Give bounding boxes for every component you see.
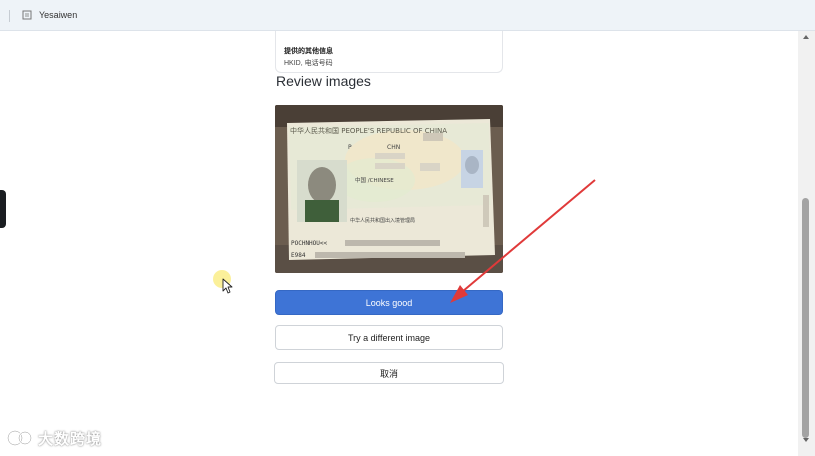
titlebar-divider [9, 10, 10, 22]
window-title: Yesaiwen [39, 10, 78, 20]
scroll-down-icon[interactable] [803, 438, 809, 442]
passport-header-text: 中华人民共和国 PEOPLE'S REPUBLIC OF CHINA [290, 126, 447, 135]
additional-info-label: 提供的其他信息 [284, 48, 333, 55]
document-icon [22, 10, 32, 20]
scroll-up-icon[interactable] [803, 35, 809, 39]
svg-text:P: P [348, 144, 352, 151]
svg-text:CHN: CHN [387, 144, 400, 151]
review-images-heading: Review images [276, 73, 371, 89]
watermark-logo-icon [7, 430, 32, 446]
vertical-scrollbar[interactable] [798, 31, 815, 456]
mouse-cursor-icon [222, 278, 233, 294]
additional-info-card: 提供的其他信息 HKID, 电话号码 [275, 31, 503, 73]
side-panel-handle[interactable] [0, 190, 6, 228]
watermark-text: 大数跨境 [38, 430, 103, 448]
annotation-arrow-icon [450, 179, 596, 303]
svg-text:POCHNHOU<<: POCHNHOU<< [291, 240, 328, 247]
window-titlebar: Yesaiwen [0, 0, 815, 31]
svg-text:中国 /CHINESE: 中国 /CHINESE [355, 176, 394, 184]
scrollbar-thumb[interactable] [802, 198, 809, 438]
cancel-button[interactable]: 取消 [274, 362, 504, 384]
additional-info-value: HKID, 电话号码 [284, 60, 333, 67]
try-different-image-button[interactable]: Try a different image [275, 325, 503, 350]
svg-text:E984: E984 [291, 252, 306, 259]
svg-text:中华人民共和国出入境管理局: 中华人民共和国出入境管理局 [350, 217, 415, 224]
watermark: 大数跨境 [6, 426, 102, 450]
